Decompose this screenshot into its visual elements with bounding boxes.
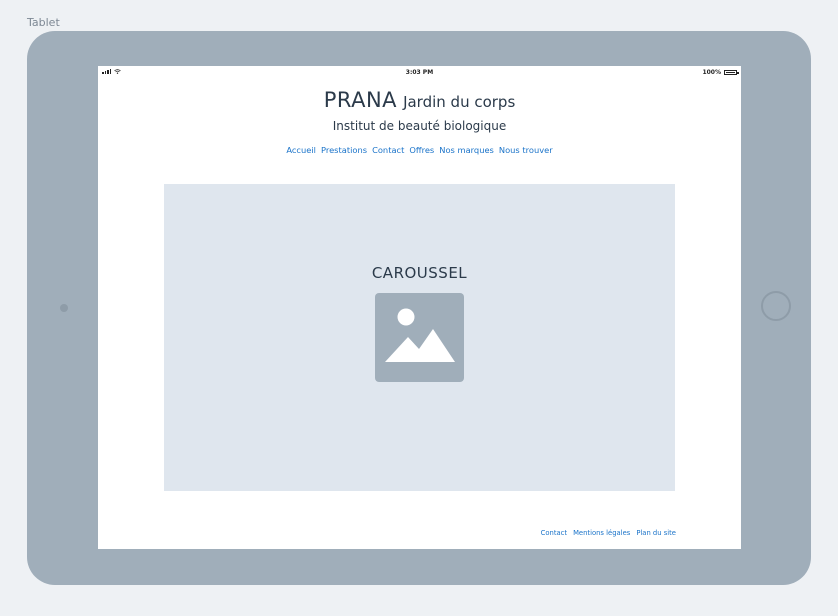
battery-percentage: 100% bbox=[702, 69, 721, 76]
status-time: 3:03 PM bbox=[405, 69, 434, 76]
nav-item-offres[interactable]: Offres bbox=[409, 145, 434, 155]
footer-link-contact[interactable]: Contact bbox=[541, 529, 567, 537]
battery-icon bbox=[724, 70, 739, 75]
nav-item-prestations[interactable]: Prestations bbox=[321, 145, 367, 155]
main-navigation: Accueil Prestations Contact Offres Nos m… bbox=[98, 145, 741, 155]
carousel[interactable]: CAROUSSEL bbox=[164, 184, 675, 491]
carousel-label: CAROUSSEL bbox=[371, 264, 468, 282]
frame-label: Tablet bbox=[27, 16, 60, 29]
brand-subtitle: Jardin du corps bbox=[403, 93, 516, 111]
nav-item-nous-trouver[interactable]: Nous trouver bbox=[499, 145, 553, 155]
nav-item-accueil[interactable]: Accueil bbox=[286, 145, 316, 155]
battery-status: 100% bbox=[702, 69, 739, 76]
status-bar: 3:03 PM 100% bbox=[98, 66, 741, 80]
site-title: PRANA Jardin du corps bbox=[98, 88, 741, 112]
footer-link-mentions-legales[interactable]: Mentions légales bbox=[573, 529, 630, 537]
tablet-screen: 3:03 PM 100% PRANA Jardin du corps Instit… bbox=[98, 66, 741, 549]
image-placeholder-icon bbox=[375, 293, 464, 382]
footer-link-plan-du-site[interactable]: Plan du site bbox=[636, 529, 676, 537]
nav-item-nos-marques[interactable]: Nos marques bbox=[439, 145, 494, 155]
site-tagline: Institut de beauté biologique bbox=[332, 119, 507, 133]
camera-icon bbox=[60, 304, 68, 312]
footer-links: Contact Mentions légales Plan du site bbox=[541, 529, 676, 537]
brand-name: PRANA bbox=[323, 88, 398, 112]
nav-item-contact[interactable]: Contact bbox=[372, 145, 404, 155]
home-button[interactable] bbox=[761, 291, 791, 321]
